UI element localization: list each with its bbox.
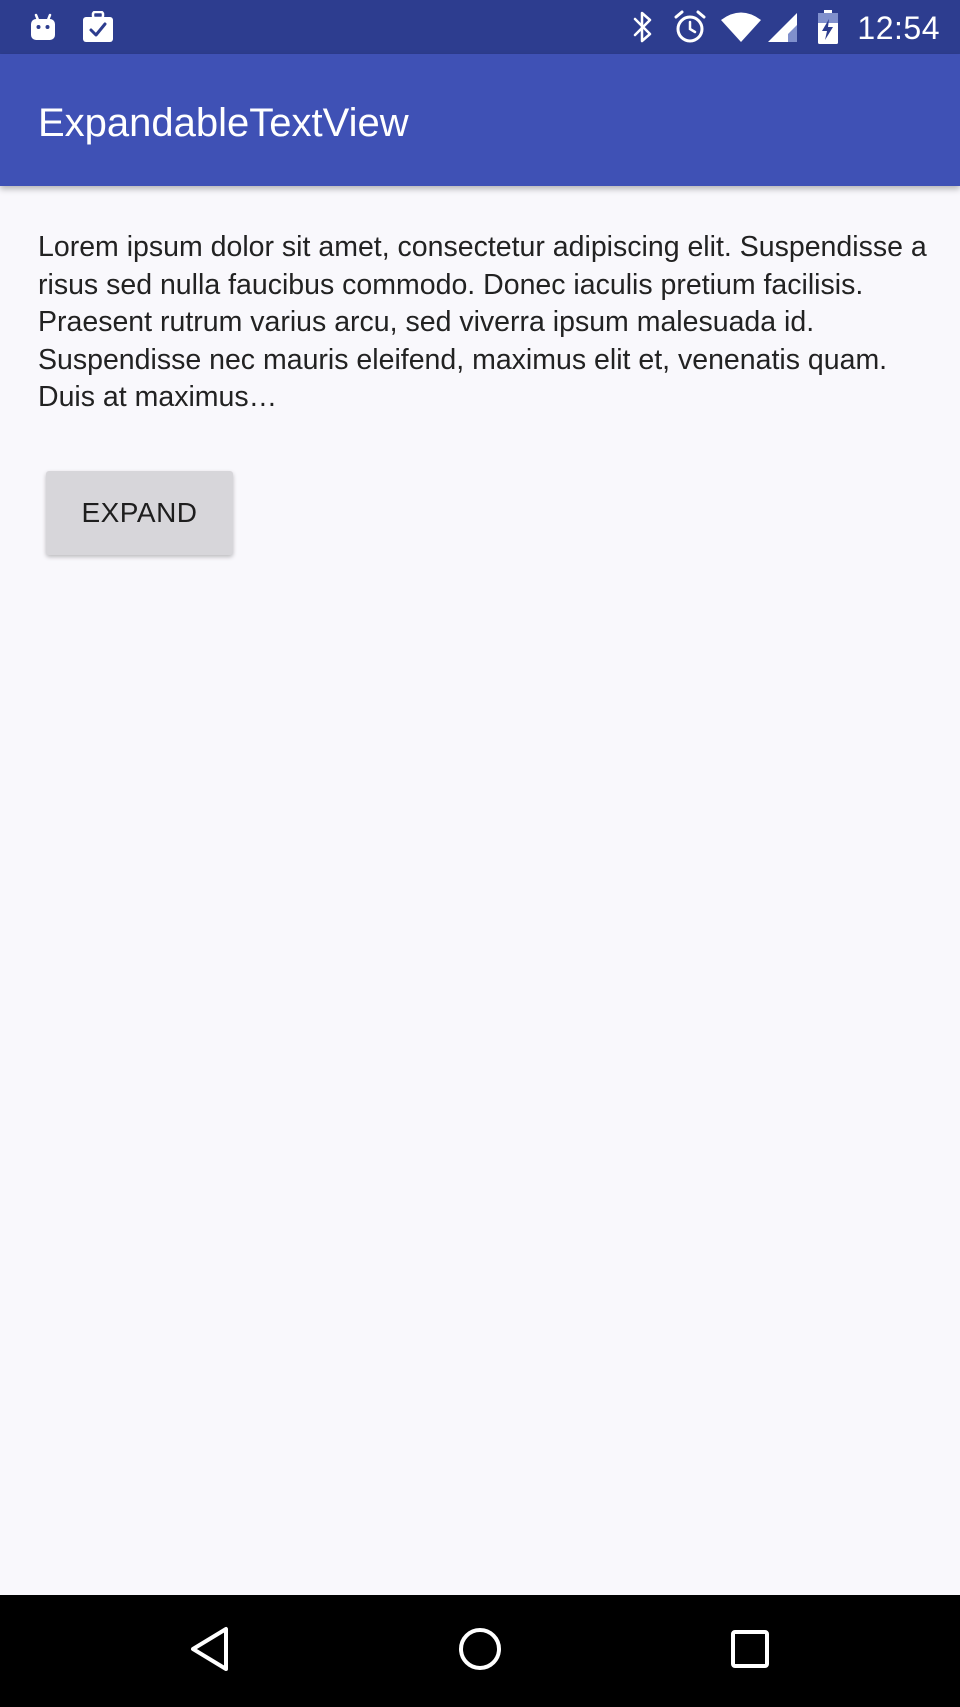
wifi-icon bbox=[718, 0, 764, 54]
status-time: 12:54 bbox=[857, 10, 940, 46]
expand-button[interactable]: EXPAND bbox=[46, 471, 233, 555]
android-notification-icon bbox=[26, 0, 60, 54]
status-bar: 12:54 bbox=[0, 0, 960, 54]
navigation-bar bbox=[0, 1595, 960, 1707]
app-title: ExpandableTextView bbox=[38, 101, 409, 145]
battery-charging-icon bbox=[814, 0, 842, 54]
alarm-icon bbox=[670, 0, 710, 54]
home-icon bbox=[457, 1626, 503, 1677]
back-button[interactable] bbox=[150, 1595, 270, 1707]
signal-icon bbox=[764, 0, 800, 54]
bluetooth-icon bbox=[628, 0, 658, 54]
back-icon bbox=[188, 1625, 232, 1678]
recents-button[interactable] bbox=[690, 1595, 810, 1707]
task-notification-icon bbox=[80, 0, 116, 54]
recents-icon bbox=[729, 1628, 771, 1675]
expandable-text: Lorem ipsum dolor sit amet, consectetur … bbox=[38, 231, 927, 414]
home-button[interactable] bbox=[420, 1595, 540, 1707]
app-bar: ExpandableTextView bbox=[0, 54, 960, 186]
